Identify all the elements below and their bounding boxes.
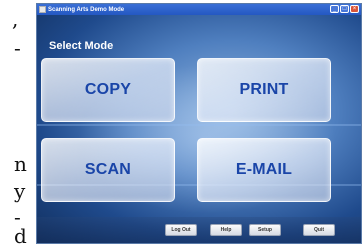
text-fragment: , xyxy=(12,7,19,31)
background-stripe xyxy=(37,124,361,126)
text-fragment: y xyxy=(14,179,26,203)
maximize-button[interactable]: □ xyxy=(340,5,349,13)
document-text-fragment: , - n y - d xyxy=(0,0,36,246)
print-mode-label: PRINT xyxy=(239,81,289,98)
help-button[interactable]: Help xyxy=(210,224,242,236)
logout-button[interactable]: Log Out xyxy=(165,224,197,236)
minimize-button[interactable]: _ xyxy=(330,5,339,13)
close-button[interactable]: × xyxy=(350,5,359,13)
app-window: Scanning Arts Demo Mode _ □ × Select Mod… xyxy=(36,3,362,244)
scan-mode-label: SCAN xyxy=(84,161,132,178)
bottom-toolbar: Log Out Help Setup Quit xyxy=(37,217,361,243)
app-icon xyxy=(39,6,46,13)
quit-button[interactable]: Quit xyxy=(303,224,335,236)
scan-mode-button[interactable]: SCAN xyxy=(41,138,175,202)
window-controls: _ □ × xyxy=(330,5,359,13)
setup-button[interactable]: Setup xyxy=(249,224,281,236)
print-mode-button[interactable]: PRINT xyxy=(197,58,331,122)
select-mode-heading: Select Mode xyxy=(49,40,114,52)
text-fragment: n xyxy=(14,152,27,176)
text-fragment: d xyxy=(14,224,27,248)
window-title: Scanning Arts Demo Mode xyxy=(48,6,125,13)
title-bar[interactable]: Scanning Arts Demo Mode _ □ × xyxy=(37,4,361,15)
email-mode-label: E-MAIL xyxy=(235,161,293,178)
email-mode-button[interactable]: E-MAIL xyxy=(197,138,331,202)
text-fragment: - xyxy=(14,36,21,60)
copy-mode-label: COPY xyxy=(84,81,132,98)
copy-mode-button[interactable]: COPY xyxy=(41,58,175,122)
